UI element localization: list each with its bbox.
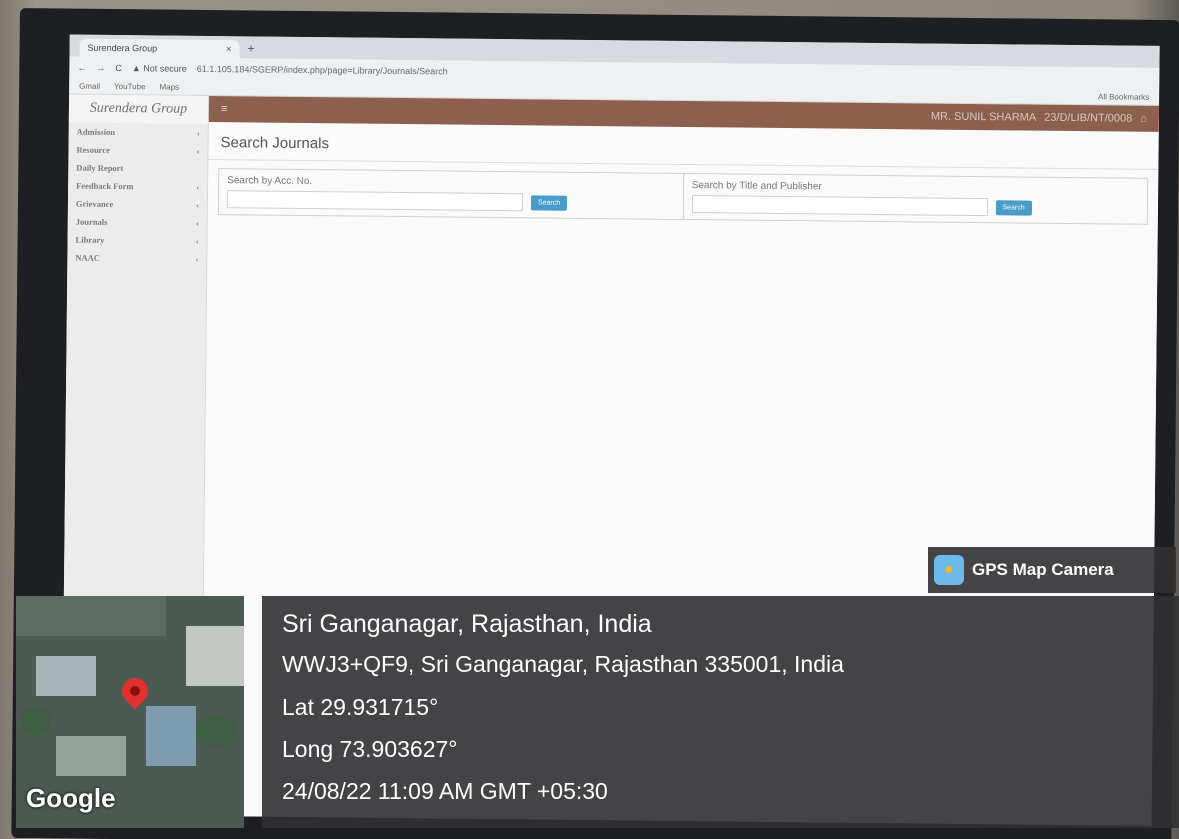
sidebar-item-grievance[interactable]: Grievance ‹ [68, 195, 207, 214]
search-title-section: Search by Title and Publisher Search [683, 174, 1147, 224]
bookmark-youtube[interactable]: YouTube [114, 82, 146, 91]
search-acc-section: Search by Acc. No. Search [218, 169, 684, 219]
user-id: 23/D/LIB/NT/0008 [1044, 111, 1133, 125]
map-tree [196, 716, 236, 746]
search-title-input[interactable] [691, 195, 988, 217]
back-icon[interactable]: ← [77, 63, 86, 73]
chevron-left-icon: ‹ [195, 235, 199, 246]
gps-location: Sri Ganganagar, Rajasthan, India [282, 610, 652, 638]
user-info: MR. SUNIL SHARMA 23/D/LIB/NT/0008 ⌂ [931, 111, 1147, 125]
chevron-left-icon: ‹ [196, 199, 200, 210]
tab-title: Surendera Group [87, 42, 158, 54]
photo-background: Surendera Group × + ← → C ▲ Not secure 6… [0, 0, 1179, 839]
chevron-left-icon: ‹ [196, 181, 200, 192]
map-tree [21, 706, 51, 736]
sidebar-item-daily-report[interactable]: Daily Report [68, 159, 207, 178]
chevron-left-icon: ‹ [195, 217, 199, 228]
location-pin-icon [116, 672, 154, 710]
search-title-button[interactable]: Search [995, 199, 1032, 216]
sidebar-item-label: Feedback Form [76, 180, 134, 192]
map-block [146, 706, 196, 766]
search-acc-button[interactable]: Search [530, 194, 568, 211]
bookmark-maps[interactable]: Maps [159, 82, 179, 91]
new-tab-icon[interactable]: + [248, 41, 255, 55]
search-acc-input[interactable] [226, 190, 524, 212]
sidebar-item-label: Admission [76, 126, 116, 138]
gps-longitude: Long 73.903627° [282, 736, 458, 762]
reload-icon[interactable]: C [115, 63, 122, 73]
search-acc-label: Search by Acc. No. [227, 175, 313, 188]
sidebar-item-label: Grievance [75, 198, 114, 209]
menu-toggle-icon[interactable]: ≡ [221, 103, 228, 115]
sidebar-item-feedback-form[interactable]: Feedback Form ‹ [68, 177, 207, 196]
map-block [36, 656, 96, 696]
sidebar-item-journals[interactable]: Journals ‹ [68, 213, 207, 232]
map-block [56, 736, 126, 776]
sidebar-item-label: Resource [76, 144, 110, 155]
gps-app-name: GPS Map Camera [972, 560, 1114, 579]
forward-icon[interactable]: → [96, 63, 105, 73]
bookmark-gmail[interactable]: Gmail [79, 82, 100, 91]
chevron-left-icon: ‹ [196, 145, 200, 156]
chevron-left-icon: ‹ [196, 127, 200, 138]
brand-logo[interactable]: Surendera Group [68, 94, 209, 124]
sidebar-item-label: Library [75, 234, 105, 245]
sidebar-item-label: Journals [75, 216, 108, 227]
gps-latitude: Lat 29.931715° [282, 694, 439, 720]
security-label[interactable]: ▲ Not secure [132, 63, 187, 74]
user-name: MR. SUNIL SHARMA [930, 110, 1037, 124]
map-thumbnail: Google [16, 596, 244, 828]
map-block [16, 596, 166, 636]
search-title-label: Search by Title and Publisher [691, 180, 822, 193]
gps-info-overlay: Sri Ganganagar, Rajasthan, India WWJ3+QF… [262, 596, 1179, 828]
browser-tab[interactable]: Surendera Group × [79, 38, 240, 59]
sidebar-item-label: NAAC [75, 252, 101, 263]
home-icon[interactable]: ⌂ [1140, 113, 1147, 125]
sidebar-item-library[interactable]: Library ‹ [67, 231, 206, 250]
gps-app-badge: ● GPS Map Camera [928, 547, 1176, 593]
sidebar-item-naac[interactable]: NAAC ‹ [67, 249, 206, 268]
camera-pin-icon: ● [934, 555, 964, 585]
sidebar-item-label: Daily Report [76, 162, 124, 174]
search-panel: Search by Acc. No. Search Search by Titl… [217, 168, 1149, 225]
map-block [186, 626, 244, 686]
sidebar-item-admission[interactable]: Admission ‹ [69, 123, 208, 142]
chevron-left-icon: ‹ [195, 253, 199, 264]
close-icon[interactable]: × [226, 44, 232, 55]
all-bookmarks[interactable]: All Bookmarks [1098, 92, 1149, 102]
gps-address: WWJ3+QF9, Sri Ganganagar, Rajasthan 3350… [282, 651, 844, 677]
sidebar-item-resource[interactable]: Resource ‹ [68, 141, 207, 160]
gps-datetime: 24/08/22 11:09 AM GMT +05:30 [282, 778, 608, 804]
google-logo: Google [26, 783, 116, 813]
